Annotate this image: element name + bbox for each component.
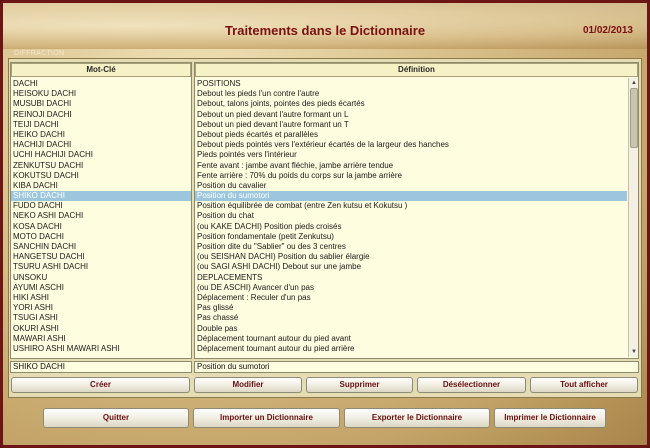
keyword-row[interactable]: UCHI HACHIJI DACHI [11,150,191,160]
definition-row[interactable]: Position dite du "Sablier" ou des 3 cent… [195,242,627,252]
definition-row[interactable]: Fente avant : jambe avant fléchie, jambe… [195,161,627,171]
import-dictionary-button[interactable]: Importer un Dictionnaire [193,408,340,428]
keyword-row[interactable]: TSUGI ASHI [11,313,191,323]
definition-row[interactable]: Déplacement tournant autour du pied arri… [195,344,627,354]
section-label: DIFFRACTION [14,50,65,57]
keyword-row[interactable]: HEIKO DACHI [11,130,191,140]
keyword-row[interactable]: FUDO DACHI [11,201,191,211]
keyword-list[interactable]: DACHI HEISOKU DACHI MUSUBI DACHI REINOJI DA… [11,79,191,358]
definition-row[interactable]: (ou SAGI ASHI DACHI) Debout sur une jamb… [195,262,627,272]
keyword-row[interactable]: YORI ASHI [11,303,191,313]
definition-row[interactable]: Pas chassé [195,313,627,323]
keyword-row[interactable]: HACHIJI DACHI [11,140,191,150]
deselect-button[interactable]: Désélectionner [417,377,526,393]
create-button[interactable]: Créer [11,377,190,393]
page-title: Traitements dans le Dictionnaire [224,23,426,38]
definition-row[interactable]: Debout pieds pointés vers l'extérieur éc… [195,140,627,150]
header-banner: Traitements dans le Dictionnaire 01/02/2… [3,3,647,49]
definition-row[interactable]: Debout pieds écartés et parallèles [195,130,627,140]
keyword-row[interactable]: HANGETSU DACHI [11,252,191,262]
definition-row[interactable]: POSITIONS [195,79,627,89]
keyword-row[interactable]: REINOJI DACHI [11,110,191,120]
definition-row[interactable]: DEPLACEMENTS [195,273,627,283]
scroll-thumb[interactable] [630,88,638,148]
definition-row[interactable]: Déplacement tournant autour du pied avan… [195,334,627,344]
definition-row[interactable]: (ou DE ASCHI) Avancer d'un pas [195,283,627,293]
keyword-row[interactable]: MOTO DACHI [11,232,191,242]
keyword-row[interactable]: NEKO ASHI DACHI [11,211,191,221]
date-label: 01/02/2013 [582,25,633,36]
definition-row[interactable]: (ou KAKE DACHI) Position pieds croisés [195,222,627,232]
definition-row[interactable]: Debout les pieds l'un contre l'autre [195,89,627,99]
definition-row[interactable]: Pas glissé [195,303,627,313]
definition-row[interactable]: Position du chat [195,211,627,221]
keyword-row[interactable]: DACHI [11,79,191,89]
keyword-row[interactable]: UNSOKU [11,273,191,283]
print-dictionary-button[interactable]: Imprimer le Dictionnaire [494,408,606,428]
keyword-row[interactable]: TEIJI DACHI [11,120,191,130]
keyword-row[interactable]: ZENKUTSU DACHI [11,161,191,171]
keyword-row[interactable]: KOSA DACHI [11,222,191,232]
definition-row[interactable]: Déplacement : Reculer d'un pas [195,293,627,303]
definition-row[interactable]: Position équilibrée de combat (entre Zen… [195,201,627,211]
keyword-column-header[interactable]: Mot-Clé [11,63,191,77]
keyword-row[interactable]: OKURI ASHI [11,324,191,334]
definition-list[interactable]: POSITIONS Debout les pieds l'un contre l'… [195,79,627,358]
definition-row[interactable]: Position fondamentale (petit Zenkutsu) [195,232,627,242]
scroll-up-icon[interactable]: ▲ [629,78,639,88]
modify-button[interactable]: Modifier [194,377,302,393]
definition-row[interactable]: Fente arrière : 70% du poids du corps su… [195,171,627,181]
keyword-row[interactable]: KOKUTSU DACHI [11,171,191,181]
definition-row[interactable]: (ou SEISHAN DACHI) Position du sablier é… [195,252,627,262]
list-scrollbar[interactable]: ▲ ▼ [628,78,638,357]
keyword-row[interactable]: USHIRO ASHI MAWARI ASHI [11,344,191,354]
keyword-row[interactable]: HIKI ASHI [11,293,191,303]
definition-column-header[interactable]: Définition [195,63,638,77]
keyword-row[interactable]: SHIKO DACHI [11,191,191,202]
keyword-input[interactable]: SHIKO DACHI [10,361,192,373]
keyword-row[interactable]: TSURU ASHI DACHI [11,262,191,272]
quit-button[interactable]: Quitter [43,408,189,428]
definition-row[interactable]: Position du cavalier [195,181,627,191]
keyword-row[interactable]: KIBA DACHI [11,181,191,191]
show-all-button[interactable]: Tout afficher [530,377,638,393]
keyword-row[interactable]: SANCHIN DACHI [11,242,191,252]
definition-row[interactable]: Debout, talons joints, pointes des pieds… [195,99,627,109]
definition-row[interactable]: Debout un pied devant l'autre formant un… [195,110,627,120]
definition-row[interactable]: Position du sumotori [195,191,627,202]
scroll-down-icon[interactable]: ▼ [629,347,639,357]
definition-input[interactable]: Position du sumotori [194,361,639,373]
delete-button[interactable]: Supprimer [306,377,413,393]
definition-row[interactable]: Double pas [195,324,627,334]
keyword-row[interactable]: MAWARI ASHI [11,334,191,344]
definition-row[interactable]: Debout un pied devant l'autre formant un… [195,120,627,130]
keyword-row[interactable]: AYUMI ASCHI [11,283,191,293]
export-dictionary-button[interactable]: Exporter le Dictionnaire [344,408,490,428]
definition-row[interactable]: Pieds pointés vers l'intérieur [195,150,627,160]
keyword-row[interactable]: MUSUBI DACHI [11,99,191,109]
keyword-row[interactable]: HEISOKU DACHI [11,89,191,99]
